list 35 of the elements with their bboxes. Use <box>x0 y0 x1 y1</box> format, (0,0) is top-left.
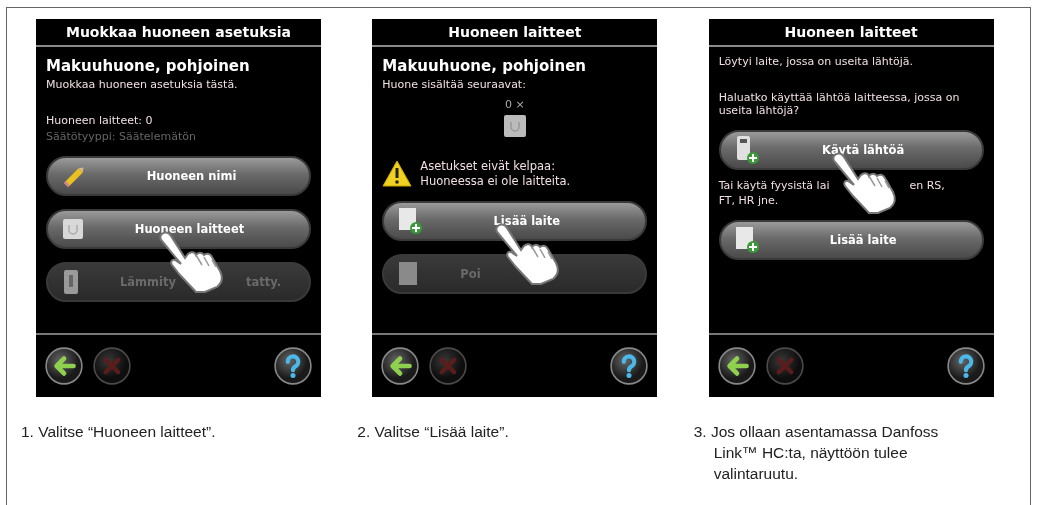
add-device-icon <box>398 207 423 235</box>
help-icon[interactable] <box>945 346 986 386</box>
warning-icon <box>382 160 413 187</box>
help-icon[interactable] <box>273 346 313 386</box>
info-text: Haluatko käyttää lähtöä laitteessa, jossa on useita lähtöjä? <box>718 91 961 117</box>
description-text: Muokkaa huoneen asetuksia tästä. <box>46 78 239 91</box>
description-text: Löytyi laite, jossa on useita lähtöjä. <box>718 55 914 68</box>
screen-title: Muokkaa huoneen asetuksia <box>36 19 321 47</box>
room-name: Makuuhuone, pohjoinen <box>46 57 251 75</box>
description-text: Tai käytä fyysistä lai <box>718 179 830 192</box>
screen-title: Huoneen laitteet <box>372 19 658 47</box>
device-count: 0 × <box>504 98 525 111</box>
info-text: Säätötyyppi: Säätelemätön <box>46 130 197 143</box>
menu-button[interactable]: Huoneen laitteet <box>46 209 311 249</box>
screen-title: Huoneen laitteet <box>708 19 994 47</box>
warning-text: Huoneessa ei ole laitteita. <box>420 174 571 188</box>
device-icon <box>502 114 527 138</box>
device-icon <box>62 217 84 241</box>
description-text: Huone sisältää seuraavat: <box>382 78 527 91</box>
step-caption: 2. Valitse “Lisää laite”. <box>357 422 510 442</box>
warning-text: Asetukset eivät kelpaa: <box>420 159 557 173</box>
step-caption: 3. Jos ollaan asentamassa Danfoss Link™ HC:ta, näyttöön tulee valintaruutu. <box>693 422 940 484</box>
menu-button[interactable]: Käytä lähtöä <box>718 130 984 170</box>
menu-button[interactable]: Huoneen nimi <box>46 156 311 196</box>
step-caption: 1. Valitse “Huoneen laitteet”. <box>21 422 217 442</box>
menu-button[interactable]: Lisää laite <box>382 201 648 241</box>
menu-button[interactable]: Lisää laite <box>718 220 984 260</box>
thermostat-icon <box>62 269 80 295</box>
room-name: Makuuhuone, pohjoinen <box>382 57 587 75</box>
add-device-icon <box>734 226 759 254</box>
add-thermostat-icon <box>734 135 759 165</box>
description-text: en RS, <box>909 179 945 192</box>
description-text: FT, HR jne. <box>718 194 779 207</box>
info-text: Huoneen laitteet: 0 <box>46 114 154 127</box>
help-icon[interactable] <box>609 346 650 386</box>
